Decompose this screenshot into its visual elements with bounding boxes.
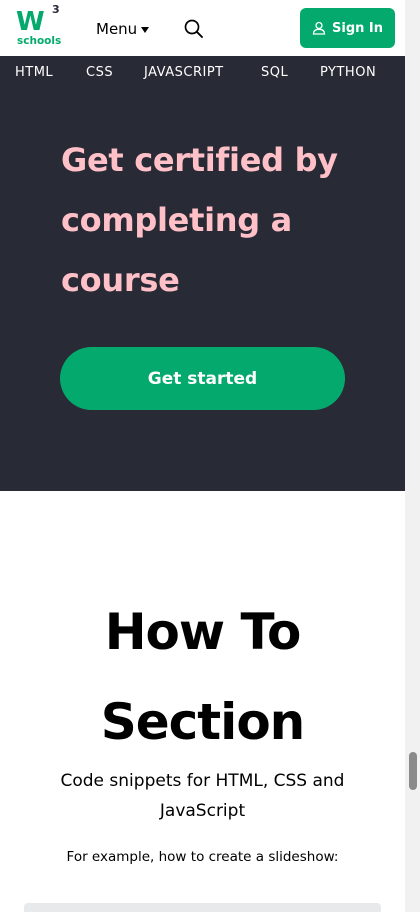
section-title-line1: How To bbox=[104, 603, 302, 661]
menu-button[interactable]: Menu bbox=[96, 18, 150, 40]
search-button[interactable] bbox=[183, 18, 205, 40]
logo-mark: W bbox=[16, 7, 45, 37]
hero-title: Get certified by completing a course bbox=[61, 141, 338, 299]
top-header: W 3 schools Menu Sign In bbox=[0, 0, 405, 56]
topic-nav-bar: HTML CSS JAVASCRIPT SQL PYTHON bbox=[0, 56, 405, 90]
nav-item-sql[interactable]: SQL bbox=[261, 65, 288, 81]
scrollbar-thumb[interactable] bbox=[409, 752, 417, 790]
get-started-button[interactable]: Get started bbox=[60, 347, 345, 410]
sign-in-label: Sign In bbox=[332, 20, 383, 36]
logo-superscript: 3 bbox=[52, 3, 60, 16]
user-icon bbox=[312, 21, 326, 35]
caret-down-icon bbox=[141, 26, 150, 33]
section-subtitle: Code snippets for HTML, CSS and JavaScri… bbox=[60, 771, 345, 821]
example-text: For example, how to create a slideshow: bbox=[66, 849, 339, 865]
how-to-section: How To Section Code snippets for HTML, C… bbox=[0, 491, 405, 912]
nav-item-python[interactable]: PYTHON bbox=[320, 65, 376, 81]
section-title: How To Section bbox=[0, 587, 405, 767]
nav-item-html[interactable]: HTML bbox=[15, 65, 53, 81]
menu-label: Menu bbox=[96, 20, 138, 38]
search-icon bbox=[184, 19, 203, 38]
hero-banner: Get certified by completing a course Get… bbox=[0, 90, 405, 491]
section-title-line2: Section bbox=[100, 693, 306, 751]
nav-item-javascript[interactable]: JAVASCRIPT bbox=[144, 65, 224, 81]
slideshow-example-card bbox=[24, 903, 381, 912]
logo-text: schools bbox=[17, 35, 62, 47]
sign-in-button[interactable]: Sign In bbox=[300, 8, 395, 48]
w3schools-logo[interactable]: W 3 schools bbox=[16, 3, 62, 48]
nav-item-css[interactable]: CSS bbox=[86, 65, 113, 81]
